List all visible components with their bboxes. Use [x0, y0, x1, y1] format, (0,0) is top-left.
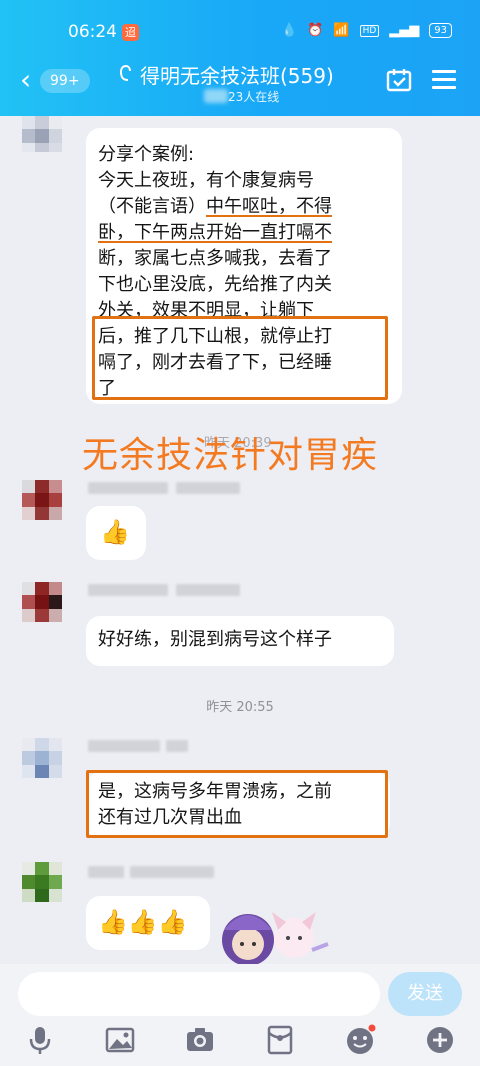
menu-icon[interactable]: [432, 70, 456, 90]
anime-sticker-image: [222, 912, 329, 966]
red-packet-icon[interactable]: [264, 1024, 296, 1056]
sender-name-blurred: [88, 866, 124, 878]
avatar[interactable]: [22, 738, 62, 778]
overlay-caption: 无余技法针对胃疾: [82, 435, 379, 476]
message-line: 分享个案例:: [98, 144, 195, 165]
avatar[interactable]: [22, 116, 62, 152]
input-bar: 发送: [0, 964, 480, 1066]
sender-title-blurred: [176, 584, 240, 596]
group-title[interactable]: 得明无余技法班(559): [140, 60, 334, 89]
wifi-icon: 📶: [333, 23, 350, 38]
status-bar: 06:24 迢 💧 ⏰ 📶 HD ▂▄▆ 93: [0, 0, 480, 62]
drop-icon: 💧: [281, 23, 298, 38]
thumbs-up-emoji: 👍: [100, 518, 130, 546]
online-count: 23人在线: [228, 90, 280, 104]
sender-title-blurred: [130, 866, 214, 878]
sender-title-blurred: [176, 482, 240, 494]
message-line: （不能言语）中午呕吐，不得: [98, 196, 332, 217]
emoji-icon[interactable]: [344, 1024, 376, 1056]
highlight-box: [86, 770, 388, 838]
message-bubble[interactable]: 👍👍👍: [86, 896, 210, 950]
message-input[interactable]: [18, 972, 380, 1016]
calendar-check-icon[interactable]: [386, 68, 412, 92]
microphone-icon[interactable]: [24, 1024, 56, 1056]
send-button[interactable]: 发送: [388, 972, 462, 1016]
sender-name-blurred: [88, 584, 168, 596]
message-text: 好好练，别混到病号这个样子: [98, 629, 332, 650]
message-line: 今天上夜班，有个康复病号: [98, 170, 314, 191]
message-line: 卧，下午两点开始一直打嗝不: [98, 222, 332, 243]
unread-count-badge[interactable]: 99+: [40, 69, 90, 93]
hd-icon: HD: [359, 24, 380, 37]
message-bubble[interactable]: 好好练，别混到病号这个样子: [86, 616, 394, 666]
avatar[interactable]: [22, 582, 62, 622]
camera-icon[interactable]: [184, 1024, 216, 1056]
back-chevron-icon[interactable]: ‹: [20, 66, 31, 94]
battery-icon: 93: [429, 23, 452, 38]
message-line: 断，家属七点多喊我，去看了: [98, 248, 332, 269]
highlight-box: [92, 316, 388, 400]
status-icons: 💧 ⏰ 📶 HD ▂▄▆ 93: [281, 23, 452, 38]
message-bubble[interactable]: 👍: [86, 506, 146, 560]
image-icon[interactable]: [104, 1024, 136, 1056]
chat-header: 06:24 迢 💧 ⏰ 📶 HD ▂▄▆ 93 ‹ 99+ 得明无余技法班(55…: [0, 0, 480, 116]
online-count-blurred: [204, 89, 228, 103]
signal-icon: ▂▄▆: [389, 23, 420, 38]
notification-badge: 迢: [122, 24, 139, 41]
sender-title-blurred: [166, 740, 188, 752]
sender-name-blurred: [88, 740, 160, 752]
status-time: 06:24: [68, 22, 117, 42]
earpiece-icon: [118, 64, 132, 89]
thumbs-up-emoji: 👍👍👍: [98, 908, 188, 936]
sender-name-blurred: [88, 482, 168, 494]
timestamp-separator: 昨天 20:55: [206, 700, 274, 715]
message-line: 下也心里没底，先给推了内关: [98, 274, 332, 295]
alarm-icon: ⏰: [307, 23, 324, 38]
avatar[interactable]: [22, 862, 62, 902]
plus-icon[interactable]: [424, 1024, 456, 1056]
avatar[interactable]: [22, 480, 62, 520]
